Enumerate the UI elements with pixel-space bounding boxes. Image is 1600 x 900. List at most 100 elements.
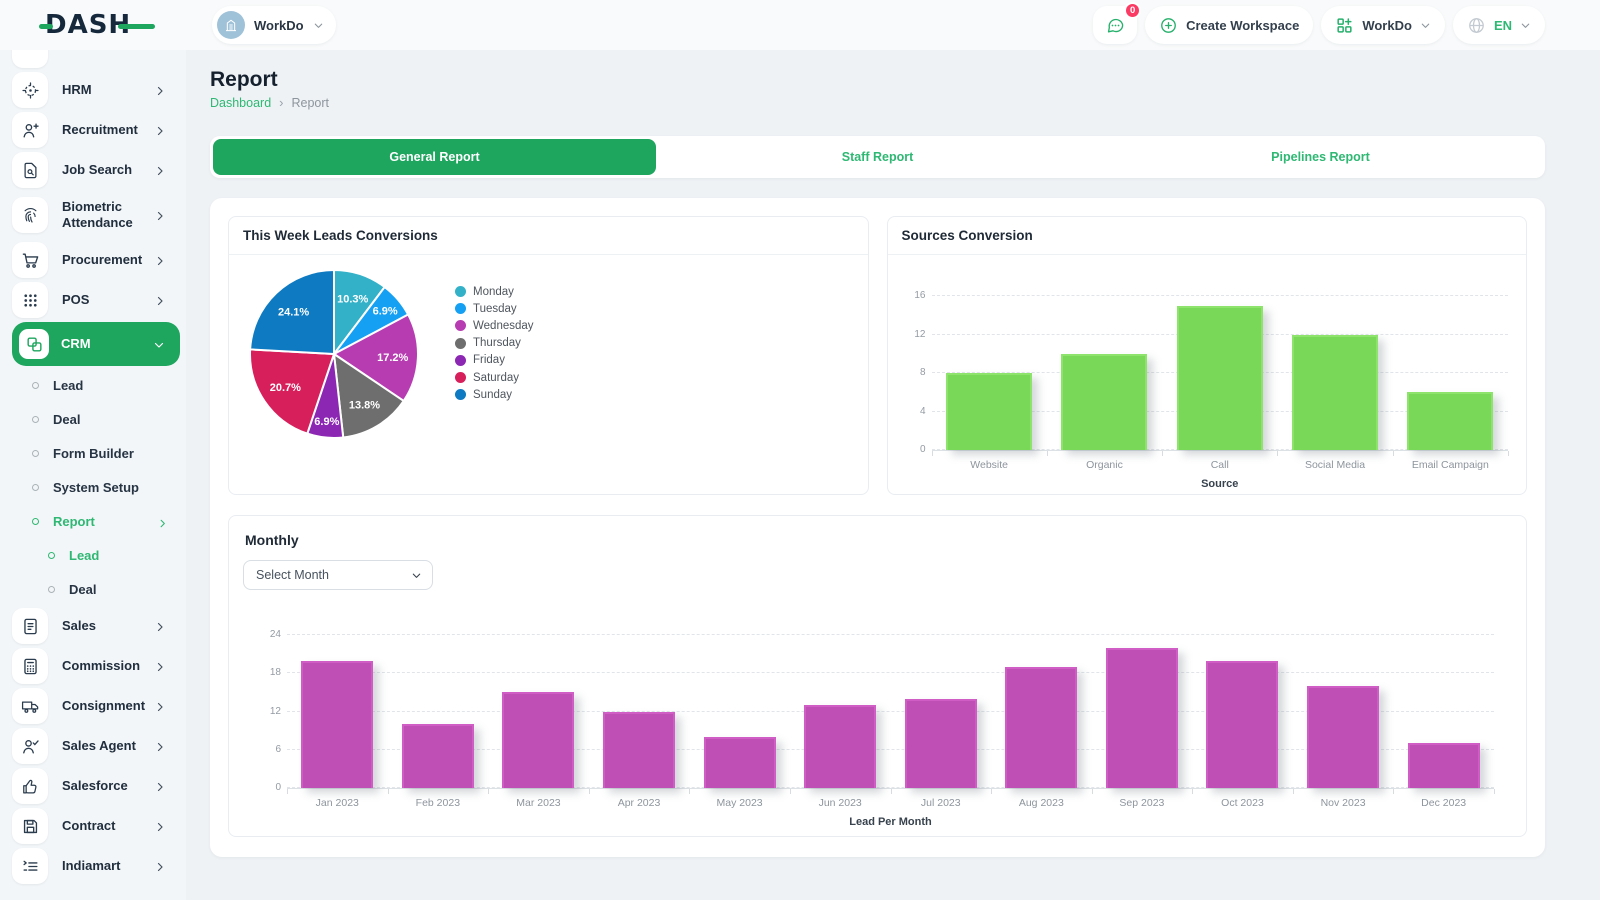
sidebar-item-pos[interactable]: POS — [12, 280, 176, 320]
tab-pipelines-report[interactable]: Pipelines Report — [1099, 139, 1542, 175]
x-axis-tick-mark — [1293, 789, 1294, 794]
workdo-menu-label: WorkDo — [1362, 18, 1412, 33]
breadcrumb-dashboard-link[interactable]: Dashboard — [210, 96, 271, 110]
tab-staff-report[interactable]: Staff Report — [656, 139, 1099, 175]
legend-item-sunday[interactable]: Sunday — [455, 386, 534, 403]
y-axis-tick-label: 6 — [253, 744, 281, 755]
x-axis-tick-mark — [1508, 451, 1509, 456]
sidebar-subitem-report-deal[interactable]: Deal — [12, 572, 186, 606]
sidebar-subitem-deal[interactable]: Deal — [12, 402, 186, 436]
language-selector[interactable]: EN — [1453, 6, 1545, 44]
building-icon — [217, 11, 245, 39]
x-axis-tick-mark — [1393, 789, 1394, 794]
legend-item-monday[interactable]: Monday — [455, 283, 534, 300]
sidebar-item-consignment[interactable]: Consignment — [12, 686, 176, 726]
sidebar-item-commission[interactable]: Commission — [12, 646, 176, 686]
sidebar-item-biometric-attendance[interactable]: Biometric Attendance — [12, 190, 176, 240]
language-label: EN — [1494, 18, 1512, 33]
sidebar-item-label: POS — [62, 292, 150, 308]
bar-mar-2023 — [502, 692, 574, 788]
cart-icon — [12, 242, 48, 278]
x-axis-label: Sep 2023 — [1092, 797, 1193, 809]
brand-logo[interactable]: DASH — [45, 10, 131, 40]
chevron-right-icon — [154, 660, 166, 672]
legend-label: Friday — [473, 354, 505, 366]
sidebar-item-crm[interactable]: CRM — [12, 322, 180, 366]
sidebar-item-sales[interactable]: Sales — [12, 606, 176, 646]
workspace-switcher[interactable]: WorkDo — [212, 6, 336, 44]
chevron-down-icon — [153, 338, 165, 350]
sidebar-subitem-form-builder[interactable]: Form Builder — [12, 436, 186, 470]
sidebar-item-indiamart[interactable]: Indiamart — [12, 846, 176, 886]
sidebar-item-label: CRM — [61, 336, 149, 352]
sidebar-item-contract[interactable]: Contract — [12, 806, 176, 846]
list-icon — [12, 848, 48, 884]
calculator-icon — [12, 648, 48, 684]
globe-icon — [1467, 16, 1486, 35]
report-panel: This Week Leads Conversions 10.3%6.9%17.… — [210, 198, 1545, 857]
legend-label: Sunday — [473, 389, 512, 401]
chevron-right-icon — [154, 254, 166, 266]
x-axis-label: Jul 2023 — [890, 797, 991, 809]
sidebar-subitem-lead[interactable]: Lead — [12, 368, 186, 402]
sidebar-subitem-report[interactable]: Report — [12, 504, 186, 538]
legend-item-saturday[interactable]: Saturday — [455, 369, 534, 386]
sidebar: HRM RecruitmentJob Search Biometric Attend… — [0, 50, 186, 900]
chevron-right-icon — [154, 164, 166, 176]
pie-data-label: 6.9% — [314, 416, 339, 428]
chat-icon — [1106, 16, 1125, 35]
bullet-icon — [48, 586, 55, 593]
sidebar-item-hrm[interactable]: HRM — [12, 70, 176, 110]
fingerprint-icon — [12, 197, 48, 233]
sidebar-item-job-search[interactable]: Job Search — [12, 150, 176, 190]
sidebar-subitem-label: Deal — [69, 582, 96, 597]
bar-apr-2023 — [603, 712, 675, 789]
legend-item-tuesday[interactable]: Tuesday — [455, 300, 534, 317]
thumbs-up-icon — [12, 768, 48, 804]
bar-cell — [1047, 354, 1162, 450]
bar-cell — [790, 705, 891, 788]
partially-visible-nav-item[interactable] — [12, 50, 176, 70]
sidebar-item-recruitment[interactable]: Recruitment — [12, 110, 176, 150]
sidebar-subitem-label: Deal — [53, 412, 80, 427]
y-axis-tick-label: 0 — [253, 782, 281, 793]
plot-area: 06121824 — [287, 635, 1494, 788]
x-axis-label: Dec 2023 — [1393, 797, 1494, 809]
bar-cell — [1092, 648, 1193, 788]
weekly-leads-card-title: This Week Leads Conversions — [229, 217, 868, 255]
legend-item-thursday[interactable]: Thursday — [455, 335, 534, 352]
grid-plus-icon — [1335, 16, 1354, 35]
chevron-right-icon — [154, 294, 166, 306]
tab-general-report[interactable]: General Report — [213, 139, 656, 175]
bar-dec-2023 — [1408, 743, 1480, 788]
x-axis-label: Social Media — [1277, 459, 1392, 471]
sidebar-item-salesforce[interactable]: Salesforce — [12, 766, 176, 806]
person-check-icon — [12, 728, 48, 764]
sidebar-item-label: Biometric Attendance — [62, 199, 150, 232]
sidebar-subitem-report-lead[interactable]: Lead — [12, 538, 186, 572]
bar-cell — [488, 692, 589, 788]
sidebar-item-procurement[interactable]: Procurement — [12, 240, 176, 280]
sidebar-item-label: HRM — [62, 82, 150, 98]
legend-item-friday[interactable]: Friday — [455, 352, 534, 369]
breadcrumb: Dashboard › Report — [210, 95, 329, 110]
sidebar-item-sales-agent[interactable]: Sales Agent — [12, 726, 176, 766]
weekly-leads-card: This Week Leads Conversions 10.3%6.9%17.… — [228, 216, 869, 495]
create-workspace-button[interactable]: Create Workspace — [1145, 6, 1313, 44]
top-header: DASH WorkDo 0 Create Workspace WorkDo — [0, 0, 1600, 50]
sidebar-subitem-label: Report — [53, 514, 95, 529]
sidebar-subitem-system-setup[interactable]: System Setup — [12, 470, 186, 504]
bar-jun-2023 — [804, 705, 876, 788]
workdo-menu-button[interactable]: WorkDo — [1321, 6, 1445, 44]
messages-button[interactable]: 0 — [1093, 6, 1137, 44]
sidebar-item-label: Contract — [62, 818, 150, 834]
x-axis-tick-mark — [1192, 789, 1193, 794]
bullet-icon — [32, 416, 39, 423]
legend-label: Saturday — [473, 372, 519, 384]
truck-icon — [12, 688, 48, 724]
legend-item-wednesday[interactable]: Wednesday — [455, 317, 534, 334]
sidebar-item-label: Sales Agent — [62, 738, 150, 754]
x-axis-tick-mark — [1162, 451, 1163, 456]
x-axis-label: Organic — [1047, 459, 1162, 471]
select-month-dropdown[interactable]: Select Month — [243, 560, 433, 590]
